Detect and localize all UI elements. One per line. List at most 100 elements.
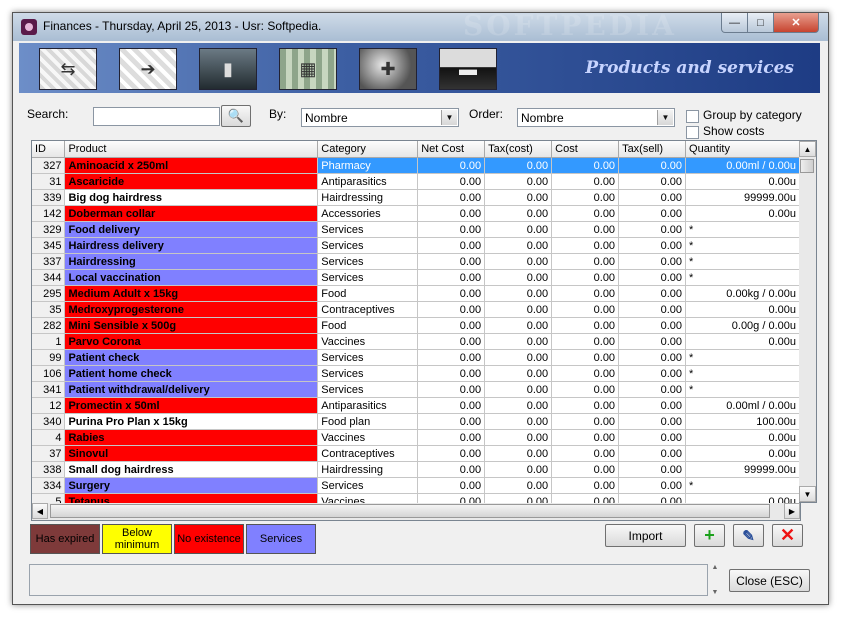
show-costs-label[interactable]: Show costs [703, 124, 764, 138]
close-button[interactable]: Close (ESC) [729, 569, 810, 592]
show-costs-checkbox[interactable] [686, 126, 699, 139]
order-select[interactable]: Nombre ▼ [517, 108, 675, 127]
table-row[interactable]: 1 Parvo Corona Vaccines 0.00 0.00 0.00 0.00 0.0… [32, 333, 800, 350]
cell-net-cost: 0.00 [417, 413, 486, 430]
column-header-net-cost[interactable]: Net Cost [417, 141, 486, 158]
cell-category: Antiparasitics [317, 173, 419, 190]
table-row[interactable]: 142 Doberman collar Accessories 0.00 0.00 0.0… [32, 205, 800, 222]
title-bar[interactable]: Finances - Thursday, April 25, 2013 - Us… [13, 13, 828, 42]
cell-net-cost: 0.00 [417, 349, 486, 366]
by-select[interactable]: Nombre ▼ [301, 108, 459, 127]
cell-tax-cost: 0.00 [484, 269, 553, 286]
column-header-quantity[interactable]: Quantity [685, 141, 800, 158]
group-by-category-label[interactable]: Group by category [703, 108, 802, 122]
column-header-category[interactable]: Category [317, 141, 419, 158]
cell-tax-cost: 0.00 [484, 221, 553, 238]
scroll-left-icon[interactable]: ◀ [32, 503, 48, 519]
payment-arrow-icon[interactable]: ➔ [119, 48, 177, 90]
cell-tax-sell: 0.00 [618, 157, 687, 174]
horizontal-scrollbar[interactable]: ◀ ▶ [31, 503, 801, 521]
vertical-scrollbar[interactable]: ▲ ▼ [799, 140, 817, 503]
cell-quantity: 99999.00u [685, 189, 800, 206]
table-row[interactable]: 329 Food delivery Services 0.00 0.00 0.00 0.00… [32, 221, 800, 238]
cell-tax-sell: 0.00 [618, 429, 687, 446]
cell-tax-sell: 0.00 [618, 269, 687, 286]
cell-cost: 0.00 [551, 381, 620, 398]
table-row[interactable]: 345 Hairdress delivery Services 0.00 0.00 0.0… [32, 237, 800, 254]
cell-tax-sell: 0.00 [618, 477, 687, 494]
table-row[interactable]: 106 Patient home check Services 0.00 0.00 0.0… [32, 365, 800, 382]
products-table[interactable]: ID Product Category Net Cost Tax(cost) C… [31, 140, 801, 508]
cell-id: 142 [32, 205, 66, 222]
cell-category: Services [317, 365, 419, 382]
table-row[interactable]: 12 Promectin x 50ml Antiparasitics 0.00 0.00… [32, 397, 800, 414]
table-row[interactable]: 35 Medroxyprogesterone Contraceptives 0.00 0… [32, 301, 800, 318]
veterinary-icon[interactable]: ✚ [359, 48, 417, 90]
column-header-id[interactable]: ID [32, 141, 66, 158]
edit-icon[interactable]: ✎ [733, 524, 764, 547]
table-row[interactable]: 337 Hairdressing Services 0.00 0.00 0.00 0.00 * [32, 253, 800, 270]
truck-icon[interactable]: ▮ [199, 48, 257, 90]
vertical-scroll-thumb[interactable] [800, 159, 814, 173]
chevron-down-icon[interactable]: ▼ [441, 110, 457, 125]
column-header-tax-cost[interactable]: Tax(cost) [484, 141, 553, 158]
table-row[interactable]: 4 Rabies Vaccines 0.00 0.00 0.00 0.00 0.00u [32, 429, 800, 446]
car-icon[interactable]: ▬ [439, 48, 497, 90]
table-row[interactable]: 341 Patient withdrawal/delivery Services 0.… [32, 381, 800, 398]
table-row[interactable]: 338 Small dog hairdress Hairdressing 0.00 0.… [32, 461, 800, 478]
cell-product: Patient check [64, 349, 319, 366]
cell-quantity: * [685, 477, 800, 494]
cell-cost: 0.00 [551, 157, 620, 174]
cell-net-cost: 0.00 [417, 269, 486, 286]
cell-product: Aminoacid x 250ml [64, 157, 319, 174]
table-row[interactable]: 282 Mini Sensible x 500g Food 0.00 0.00 0.00 0… [32, 317, 800, 334]
cell-cost: 0.00 [551, 301, 620, 318]
add-icon[interactable]: + [694, 524, 725, 547]
cell-id: 344 [32, 269, 66, 286]
cell-id: 4 [32, 429, 66, 446]
close-window-button[interactable]: ✕ [773, 13, 819, 33]
column-header-product[interactable]: Product [64, 141, 319, 158]
scroll-up-icon[interactable]: ▲ [799, 141, 816, 157]
cell-tax-cost: 0.00 [484, 157, 553, 174]
table-row[interactable]: 340 Purina Pro Plan x 15kg Food plan 0.00 0.… [32, 413, 800, 430]
delete-icon[interactable]: ✕ [772, 524, 803, 547]
calculator-arrows-icon[interactable]: ⇆ [39, 48, 97, 90]
building-icon[interactable]: ▦ [279, 48, 337, 90]
table-row[interactable]: 339 Big dog hairdress Hairdressing 0.00 0.00… [32, 189, 800, 206]
table-row[interactable]: 31 Ascaricide Antiparasitics 0.00 0.00 0.00 0.… [32, 173, 800, 190]
cell-cost: 0.00 [551, 461, 620, 478]
maximize-button[interactable]: □ [747, 13, 774, 33]
cell-id: 31 [32, 173, 66, 190]
search-icon[interactable]: 🔍 [221, 105, 251, 127]
cell-tax-cost: 0.00 [484, 429, 553, 446]
table-row[interactable]: 99 Patient check Services 0.00 0.00 0.00 0.00 * [32, 349, 800, 366]
column-header-tax-sell[interactable]: Tax(sell) [618, 141, 687, 158]
minimize-button[interactable]: — [721, 13, 748, 33]
cell-product: Medroxyprogesterone [64, 301, 319, 318]
column-header-cost[interactable]: Cost [551, 141, 620, 158]
cell-product: Purina Pro Plan x 15kg [64, 413, 319, 430]
cell-net-cost: 0.00 [417, 285, 486, 302]
cell-product: Surgery [64, 477, 319, 494]
table-row[interactable]: 327 Aminoacid x 250ml Pharmacy 0.00 0.00 0.00… [32, 157, 800, 174]
cell-category: Vaccines [317, 429, 419, 446]
table-row[interactable]: 37 Sinovul Contraceptives 0.00 0.00 0.00 0.00 0… [32, 445, 800, 462]
import-button[interactable]: Import [605, 524, 686, 547]
cell-product: Big dog hairdress [64, 189, 319, 206]
table-row[interactable]: 295 Medium Adult x 15kg Food 0.00 0.00 0.00 0.… [32, 285, 800, 302]
chevron-down-icon[interactable]: ▼ [657, 110, 673, 125]
group-by-category-checkbox[interactable] [686, 110, 699, 123]
scroll-right-icon[interactable]: ▶ [784, 503, 800, 519]
status-spinner[interactable]: ▲ ▼ [710, 564, 720, 596]
cell-net-cost: 0.00 [417, 237, 486, 254]
table-row[interactable]: 344 Local vaccination Services 0.00 0.00 0.00… [32, 269, 800, 286]
order-select-value: Nombre [521, 111, 564, 125]
horizontal-scroll-thumb[interactable] [50, 504, 770, 518]
table-row[interactable]: 334 Surgery Services 0.00 0.00 0.00 0.00 * [32, 477, 800, 494]
cell-category: Services [317, 237, 419, 254]
cell-quantity: * [685, 349, 800, 366]
scroll-down-icon[interactable]: ▼ [799, 486, 816, 502]
search-input[interactable] [93, 107, 220, 126]
cell-net-cost: 0.00 [417, 301, 486, 318]
